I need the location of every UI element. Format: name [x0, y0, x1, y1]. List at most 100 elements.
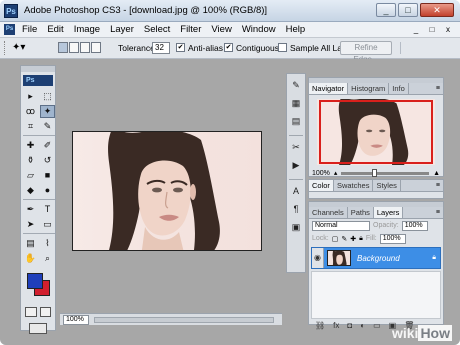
horizontal-scrollbar[interactable] [94, 317, 274, 323]
lock-position-icon[interactable]: ✚ [350, 235, 356, 243]
healing-brush-icon[interactable]: ✚ [23, 139, 38, 152]
magic-wand-tool-icon[interactable]: ✦ [40, 105, 55, 118]
tab-color[interactable]: Color [309, 180, 334, 191]
link-layers-icon[interactable]: ⛓ [315, 321, 325, 330]
marquee-tool-icon[interactable]: ⬚ [40, 90, 55, 103]
history-brush-icon[interactable]: ↺ [40, 154, 55, 167]
layer-style-icon[interactable]: fx [333, 321, 339, 330]
move-tool-icon[interactable]: ▸ [23, 90, 38, 103]
minimize-button[interactable]: _ [376, 3, 396, 17]
lock-image-icon[interactable]: ✎ [341, 235, 347, 243]
toolbox-logo[interactable]: Ps [23, 75, 53, 86]
navigator-zoom-slider[interactable] [341, 168, 430, 177]
blend-mode-select[interactable]: Normal [312, 220, 370, 231]
foreground-color-swatch[interactable] [27, 273, 43, 289]
maximize-button[interactable]: □ [398, 3, 418, 17]
panel-menu-icon[interactable]: ≡ [433, 207, 443, 218]
panel-menu-icon[interactable]: ≡ [433, 180, 443, 191]
tab-histogram[interactable]: Histogram [348, 83, 390, 94]
brush-tool-icon[interactable]: ✐ [40, 139, 55, 152]
clone-stamp-icon[interactable]: ⚱ [23, 154, 38, 167]
zoom-field[interactable]: 100% [63, 315, 89, 325]
new-group-icon[interactable]: ▭ [373, 321, 381, 330]
tab-styles[interactable]: Styles [373, 180, 401, 191]
quick-mask-button[interactable] [39, 307, 51, 317]
hand-tool-icon[interactable]: ✋ [23, 252, 38, 265]
fill-input[interactable]: 100% [379, 233, 406, 244]
subtract-selection-button[interactable] [80, 42, 90, 53]
menu-image[interactable]: Image [74, 24, 100, 35]
paragraph-icon[interactable]: ¶ [288, 202, 304, 216]
zoom-in-icon[interactable]: ▲ [433, 170, 440, 177]
tolerance-input[interactable]: 32 [152, 42, 170, 54]
navigator-zoom-knob[interactable] [372, 168, 378, 177]
doc-restore-button[interactable]: □ [426, 24, 438, 35]
menu-select[interactable]: Select [144, 24, 170, 35]
pen-tool-icon[interactable]: ✒ [23, 203, 38, 216]
antialias-checkbox[interactable]: ✔ [176, 43, 185, 52]
tab-paths[interactable]: Paths [348, 207, 374, 218]
info-icon[interactable]: ▣ [288, 220, 304, 234]
navigator-zoom-value[interactable]: 100% [312, 170, 330, 177]
lock-transparent-icon[interactable]: ▢ [332, 235, 339, 243]
zoom-out-icon[interactable]: ▴ [334, 169, 338, 177]
notes-tool-icon[interactable]: ▤ [23, 237, 38, 250]
tool-presets-icon[interactable]: ▦ [288, 96, 304, 110]
magic-wand-icon[interactable]: ✦▾ [12, 41, 34, 55]
close-button[interactable]: ✕ [420, 3, 454, 17]
layer-name[interactable]: Background [357, 254, 400, 263]
gradient-tool-icon[interactable]: ■ [40, 169, 55, 182]
add-selection-button[interactable] [69, 42, 79, 53]
intersect-selection-button[interactable] [91, 42, 101, 53]
menu-filter[interactable]: Filter [180, 24, 201, 35]
history-icon[interactable]: ✂ [288, 140, 304, 154]
type-tool-icon[interactable]: T [40, 203, 55, 216]
tab-channels[interactable]: Channels [309, 207, 348, 218]
options-grip[interactable] [4, 41, 7, 55]
eraser-tool-icon[interactable]: ▱ [23, 169, 38, 182]
menu-help[interactable]: Help [286, 24, 306, 35]
doc-minimize-button[interactable]: _ [410, 24, 422, 35]
layer-comps-icon[interactable]: ▤ [288, 114, 304, 128]
menu-edit[interactable]: Edit [47, 24, 63, 35]
contiguous-checkbox[interactable]: ✔ [224, 43, 233, 52]
layer-mask-icon[interactable]: ◘ [347, 321, 352, 330]
document-canvas[interactable] [72, 131, 262, 251]
menu-layer[interactable]: Layer [110, 24, 134, 35]
crop-tool-icon[interactable]: ⌗ [23, 120, 38, 133]
sample-all-layers-checkbox[interactable] [278, 43, 287, 52]
path-selection-icon[interactable]: ➤ [23, 218, 38, 231]
adjustment-layer-icon[interactable]: ◐ [360, 321, 365, 330]
screen-mode-button[interactable] [29, 323, 47, 334]
navigator-view-rect[interactable] [319, 100, 433, 164]
opacity-input[interactable]: 100% [401, 220, 428, 231]
dodge-tool-icon[interactable]: ● [40, 184, 55, 197]
tab-swatches[interactable]: Swatches [334, 180, 374, 191]
character-icon[interactable]: A [288, 184, 304, 198]
shape-tool-icon[interactable]: ▭ [40, 218, 55, 231]
panel-menu-icon[interactable]: ≡ [433, 83, 443, 94]
document-icon[interactable]: Ps [4, 24, 15, 35]
tab-layers[interactable]: Layers [373, 207, 404, 218]
visibility-eye-icon[interactable]: ◉ [312, 248, 324, 268]
new-selection-button[interactable] [58, 42, 68, 53]
slice-tool-icon[interactable]: ✎ [40, 120, 55, 133]
navigator-preview[interactable] [317, 99, 435, 165]
tab-navigator[interactable]: Navigator [309, 83, 349, 94]
menu-file[interactable]: File [22, 24, 37, 35]
tab-info[interactable]: Info [389, 83, 409, 94]
lock-all-icon[interactable]: 🔒︎ [359, 235, 363, 243]
lasso-tool-icon[interactable]: ꝏ [23, 105, 38, 118]
menu-view[interactable]: View [211, 24, 231, 35]
layer-row-background[interactable]: ◉ Background 🔒︎ [311, 247, 441, 269]
standard-mode-button[interactable] [25, 307, 37, 317]
menu-window[interactable]: Window [242, 24, 276, 35]
blur-tool-icon[interactable]: ◆ [23, 184, 38, 197]
refine-edge-button[interactable]: Refine Edge... [340, 41, 392, 64]
eyedropper-tool-icon[interactable]: ⌇ [40, 237, 55, 250]
zoom-tool-icon[interactable]: ⌕ [40, 252, 55, 265]
doc-close-button[interactable]: x [442, 24, 454, 35]
toolbox-grip[interactable] [21, 66, 55, 72]
brushes-icon[interactable]: ✎ [288, 78, 304, 92]
actions-icon[interactable]: ▶ [288, 158, 304, 172]
